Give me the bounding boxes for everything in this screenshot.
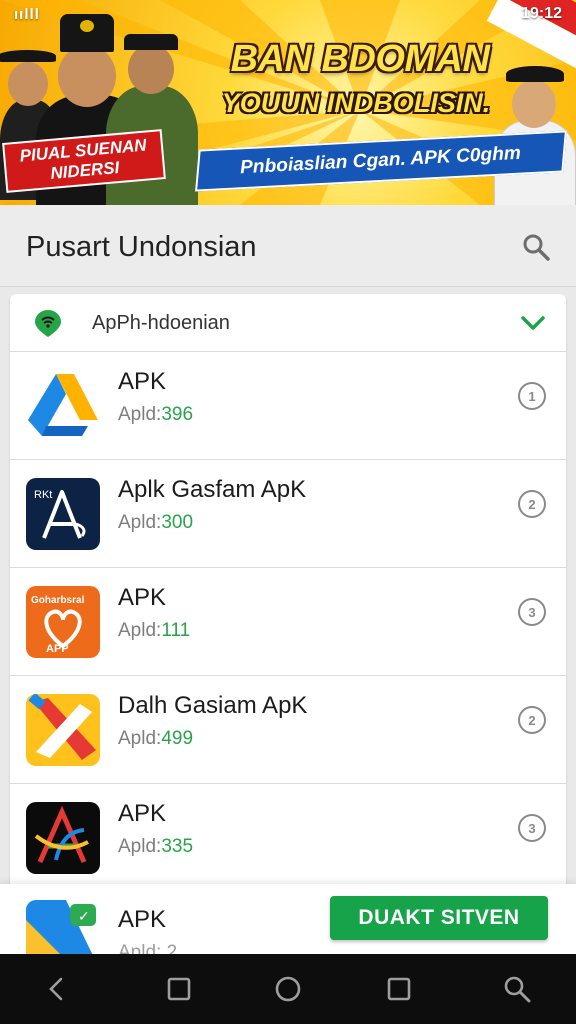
app-meta: Apld:499 bbox=[118, 728, 194, 749]
chevron-down-icon[interactable] bbox=[520, 310, 546, 336]
featured-app-bar[interactable]: ✓ APK Apld: 2 DUAKT SITVEN bbox=[0, 884, 576, 970]
page-title: Pusart Undonsian bbox=[26, 231, 257, 263]
clock: 19:12 bbox=[521, 5, 562, 22]
wifi-icon bbox=[491, 6, 513, 22]
search-icon[interactable] bbox=[502, 974, 532, 1004]
banner-ribbon-text: Pnboiaslian Cgan. APK C0ghm bbox=[240, 142, 522, 179]
banner-subtitle: YOUUN INDBOLISIN. bbox=[221, 88, 491, 118]
app-name: Dalh Gasiam ApK bbox=[118, 692, 308, 719]
recents-icon[interactable] bbox=[384, 974, 414, 1004]
status-bar-right: 19:12 bbox=[491, 5, 562, 23]
list-item[interactable]: Goharbsral APP APK Apld:111 3 bbox=[10, 568, 566, 676]
location-pin-icon bbox=[35, 310, 61, 337]
app-list-card: ApPh-hdoenian APK Apld:396 1 RKt Aplk Ga… bbox=[10, 294, 566, 954]
search-icon[interactable] bbox=[522, 233, 550, 261]
app-meta: Apld:300 bbox=[118, 512, 194, 533]
icon-text: APP bbox=[46, 643, 69, 655]
app-icon-letter-a: RKt bbox=[26, 478, 100, 550]
app-download-count: 335 bbox=[161, 836, 194, 857]
app-download-count: 111 bbox=[161, 620, 191, 641]
app-name: APK bbox=[118, 800, 167, 827]
list-header[interactable]: ApPh-hdoenian bbox=[10, 294, 566, 352]
icon-text: RKt bbox=[34, 489, 52, 501]
info-icon[interactable]: 2 bbox=[518, 490, 546, 518]
list-item[interactable]: Dalh Gasiam ApK Apld:499 2 bbox=[10, 676, 566, 784]
list-item[interactable]: RKt Aplk Gasfam ApK Apld:300 2 bbox=[10, 460, 566, 568]
app-icon-colorful-a bbox=[26, 802, 100, 874]
app-name: APK bbox=[118, 906, 167, 933]
info-icon[interactable]: 3 bbox=[518, 814, 546, 842]
search-header: Pusart Undonsian bbox=[0, 205, 576, 287]
app-download-count: 499 bbox=[161, 728, 194, 749]
app-icon-arrow bbox=[26, 370, 100, 442]
app-name: APK bbox=[118, 584, 167, 611]
back-icon[interactable] bbox=[42, 974, 72, 1004]
icon-text: Goharbsral bbox=[31, 595, 85, 606]
list-header-title: ApPh-hdoenian bbox=[92, 312, 230, 334]
app-download-count: 396 bbox=[161, 404, 194, 425]
app-meta: Apld:396 bbox=[118, 404, 194, 425]
app-name: Aplk Gasfam ApK bbox=[118, 476, 307, 503]
home-icon[interactable] bbox=[273, 974, 303, 1004]
signal-indicator: ıılll bbox=[14, 6, 40, 23]
app-meta: Apld:111 bbox=[118, 620, 191, 641]
download-button[interactable]: DUAKT SITVEN bbox=[330, 896, 548, 940]
app-icon-heart: Goharbsral APP bbox=[26, 586, 100, 658]
svg-text:✓: ✓ bbox=[78, 908, 90, 924]
app-icon-x bbox=[26, 694, 100, 766]
list-item[interactable]: APK Apld:335 3 bbox=[10, 784, 566, 892]
list-item[interactable]: APK Apld:396 1 bbox=[10, 352, 566, 460]
info-icon[interactable]: 3 bbox=[518, 598, 546, 626]
app-meta: Apld:335 bbox=[118, 836, 194, 857]
square-icon[interactable] bbox=[164, 974, 194, 1004]
banner-title: BAN BDOMAN bbox=[230, 38, 490, 80]
info-icon[interactable]: 1 bbox=[518, 382, 546, 410]
navigation-bar bbox=[0, 954, 576, 1024]
info-icon[interactable]: 2 bbox=[518, 706, 546, 734]
promo-banner[interactable]: ıılll 19:12 BAN BDOMAN YOUUN INDBOLISIN.… bbox=[0, 0, 576, 205]
app-name: APK bbox=[118, 368, 167, 395]
app-download-count: 300 bbox=[161, 512, 194, 533]
